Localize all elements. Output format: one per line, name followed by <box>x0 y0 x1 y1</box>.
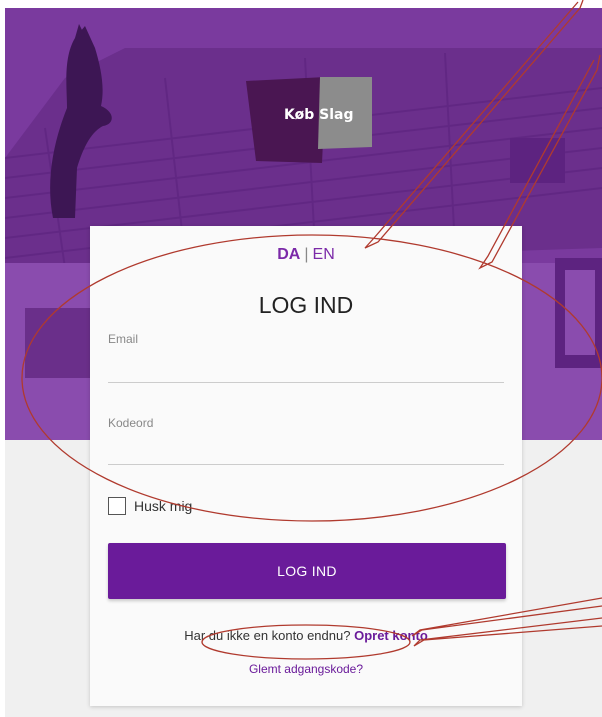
lang-da-link[interactable]: DA <box>277 246 300 263</box>
remember-me-checkbox[interactable] <box>108 497 126 515</box>
password-field[interactable] <box>108 440 504 465</box>
email-field[interactable] <box>108 358 504 383</box>
logo-text: Køb Slag <box>284 107 354 123</box>
forgot-password-link[interactable]: Glemt adgangskode? <box>90 662 522 676</box>
remember-me-label[interactable]: Husk mig <box>134 498 192 514</box>
page-title: LOG IND <box>258 292 354 318</box>
signup-prompt: Har du ikke en konto endnu? Opret konto <box>90 628 522 643</box>
login-card: DA | EN LOG IND Email Kodeord Husk mig LOG… <box>90 226 522 706</box>
login-button[interactable]: LOG IND <box>108 543 506 599</box>
signup-link[interactable]: Opret konto <box>354 628 428 643</box>
password-label: Kodeord <box>108 416 154 430</box>
lang-en-link[interactable]: EN <box>313 246 335 263</box>
language-switcher: DA | EN <box>90 246 522 264</box>
email-label: Email <box>108 332 139 346</box>
signup-prompt-text: Har du ikke en konto endnu? <box>184 628 351 643</box>
lang-separator: | <box>304 246 309 263</box>
